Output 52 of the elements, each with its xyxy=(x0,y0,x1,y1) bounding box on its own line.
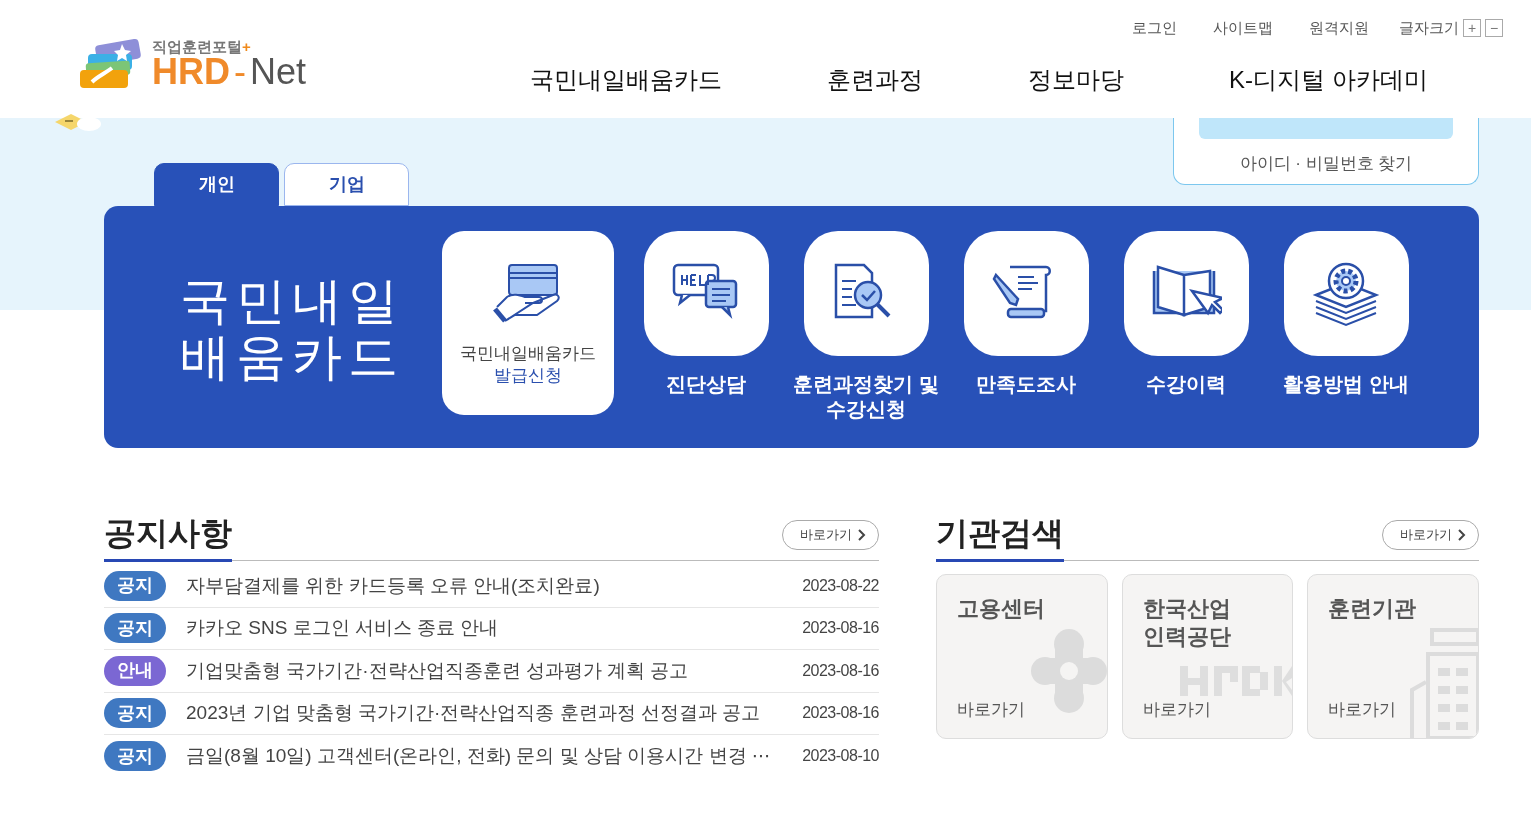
tab[interactable]: 개인 xyxy=(154,163,279,206)
nav-link[interactable]: K-디지털 아카데미 xyxy=(1229,62,1428,98)
font-size-label: 글자크기 xyxy=(1399,18,1459,38)
notice-tag: 공지 xyxy=(104,698,166,729)
more-button[interactable]: 바로가기 xyxy=(782,520,879,550)
menu-label[interactable]: 수강이력 xyxy=(1106,372,1266,397)
nav-link[interactable]: 국민내일배움카드 xyxy=(530,62,722,98)
utility-link[interactable]: 로그인 xyxy=(1132,17,1177,40)
notice-link[interactable]: 금일(8월 10일) 고객센터(온라인, 전화) 문의 및 상담 이용시간 변경 ⋯ xyxy=(186,742,803,771)
agency-title: 한국산업 인력공단 xyxy=(1142,595,1232,650)
menu-label[interactable]: 훈련과정찾기 및 수강신청 xyxy=(786,372,946,422)
agency-card[interactable]: 한국산업 인력공단 바로가기 xyxy=(1121,574,1294,739)
section-title: 공지사항 xyxy=(104,517,232,562)
utility-link[interactable]: 사이트맵 xyxy=(1213,17,1273,40)
card-sublabel: 발급신청 xyxy=(493,365,563,388)
notice-tag: 공지 xyxy=(104,613,166,644)
agency-card[interactable]: 고용센터 바로가기 xyxy=(936,574,1108,739)
notice-link[interactable]: 카카오 SNS 로그인 서비스 종료 안내 xyxy=(186,614,803,643)
logo-wordmark: Net xyxy=(250,50,307,92)
notice-date: 2023-08-16 xyxy=(802,618,879,639)
agency-link: 바로가기 xyxy=(1328,698,1397,721)
tab[interactable]: 기업 xyxy=(284,163,409,206)
notice-link[interactable]: 기업맞춤형 국가기간·전략산업직종훈련 성과평가 계획 공고 xyxy=(186,656,803,685)
notice-tag: 안내 xyxy=(104,655,166,686)
font-decrease-button[interactable]: − xyxy=(1485,19,1503,38)
card-label: 국민내일배움카드 xyxy=(460,343,596,365)
agency-title: 고용센터 xyxy=(957,595,1046,623)
panel-title: 국민내일 배움카드 xyxy=(180,272,405,385)
notice-date: 2023-08-22 xyxy=(802,575,879,596)
issue-card-button[interactable]: 국민내일배움카드 발급신청 xyxy=(442,231,614,415)
menu-label[interactable]: 만족도조사 xyxy=(946,372,1106,397)
notice-link[interactable]: 자부담결제를 위한 카드등록 오류 안내(조치완료) xyxy=(186,571,803,600)
plus-icon: + xyxy=(242,37,251,55)
utility-link[interactable]: 원격지원 xyxy=(1309,17,1369,40)
notice-date: 2023-08-16 xyxy=(802,703,879,724)
notice-date: 2023-08-10 xyxy=(802,746,879,767)
menu-label[interactable]: 진단상담 xyxy=(626,372,786,397)
agency-link: 바로가기 xyxy=(957,698,1025,721)
more-button[interactable]: 바로가기 xyxy=(1382,520,1479,550)
notice-date: 2023-08-16 xyxy=(802,660,879,681)
agency-title: 훈련기관 xyxy=(1328,595,1418,623)
nav-link[interactable]: 정보마당 xyxy=(1028,62,1124,98)
find-account-link[interactable]: 아이디 · 비밀번호 찾기 xyxy=(1239,151,1413,177)
notice-link[interactable]: 2023년 기업 맞춤형 국가기간·전략산업직종 훈련과정 선정결과 공고 xyxy=(186,699,803,728)
section-title: 기관검색 xyxy=(936,517,1064,562)
agency-link: 바로가기 xyxy=(1142,698,1211,721)
menu-label[interactable]: 활용방법 안내 xyxy=(1266,372,1426,397)
notice-tag: 공지 xyxy=(104,570,166,601)
font-increase-button[interactable]: + xyxy=(1463,19,1481,38)
notice-tag: 공지 xyxy=(104,741,166,772)
nav-link[interactable]: 훈련과정 xyxy=(827,62,923,98)
agency-card[interactable]: 훈련기관 바로가기 xyxy=(1307,574,1479,739)
